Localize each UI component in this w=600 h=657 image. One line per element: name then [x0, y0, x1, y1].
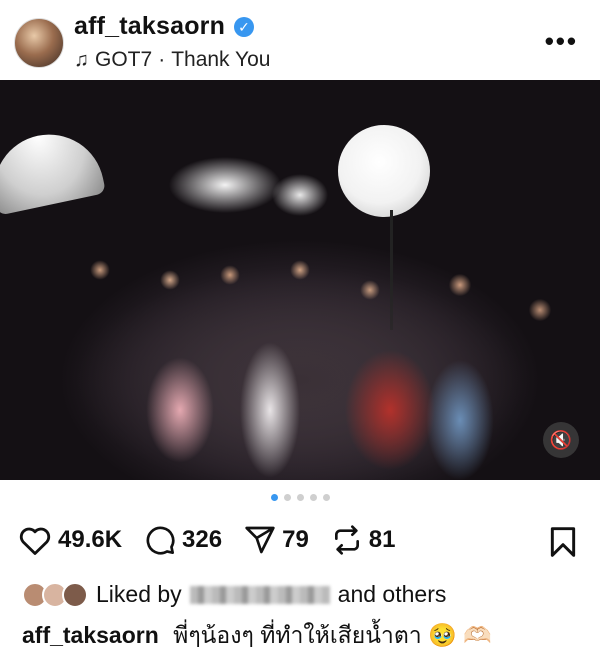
comment-count: 326	[182, 526, 223, 553]
like-count: 49.6K	[58, 526, 123, 553]
caption-text: พี่ๆน้องๆ ที่ทำให้เสียน้ำตา 🥹 🫶🏻	[173, 622, 492, 648]
liked-by-prefix: Liked by	[96, 581, 182, 607]
repost-button[interactable]: 81	[331, 524, 396, 556]
repost-icon	[334, 525, 359, 555]
carousel-indicator	[0, 494, 600, 501]
send-icon	[245, 526, 275, 554]
like-button[interactable]: 49.6K	[18, 524, 122, 556]
music-artist: GOT7	[95, 48, 153, 71]
studio-umbrella-right	[338, 125, 430, 217]
post-photo[interactable]	[0, 80, 600, 480]
share-button[interactable]: 79	[244, 524, 309, 556]
music-note-icon: ♫	[74, 48, 89, 71]
bookmark-icon	[550, 527, 576, 557]
liker-avatars	[22, 581, 88, 608]
heart-icon	[19, 527, 51, 555]
speaker-muted-icon[interactable]: 🔇	[543, 422, 579, 458]
blurred-username[interactable]	[189, 585, 330, 604]
carousel-dot-active	[270, 494, 278, 501]
post-caption: aff_taksaorn พี่ๆน้องๆ ที่ทำให้เสียน้ำตา…	[22, 618, 492, 654]
share-count: 79	[282, 526, 309, 553]
post-actions-bar: 49.6K 326 79 81	[18, 524, 418, 556]
caption-username[interactable]: aff_taksaorn	[22, 622, 159, 648]
liked-by-suffix: and others	[337, 581, 447, 607]
save-button[interactable]	[548, 526, 578, 563]
verified-badge-icon: ✓	[234, 17, 254, 37]
avatar	[62, 581, 88, 608]
music-attribution[interactable]: ♫ GOT7 · Thank You	[74, 48, 270, 72]
comment-icon	[146, 526, 175, 555]
repost-count: 81	[368, 526, 396, 553]
liked-by-row[interactable]: Liked by and others	[22, 581, 446, 608]
more-options-icon[interactable]: •••	[545, 26, 578, 57]
post-username[interactable]: aff_taksaorn	[74, 12, 225, 41]
music-separator: ·	[158, 48, 166, 71]
studio-umbrella-left	[0, 124, 107, 216]
carousel-dot	[283, 494, 291, 501]
avatar[interactable]	[14, 18, 64, 68]
post-header: aff_taksaorn ✓ ♫ GOT7 · Thank You •••	[0, 0, 600, 80]
group-of-people	[20, 230, 580, 480]
comment-button[interactable]: 326	[144, 524, 222, 556]
music-title: Thank You	[171, 48, 271, 71]
carousel-dot	[309, 494, 317, 501]
carousel-dot	[322, 494, 330, 501]
carousel-dot	[296, 494, 304, 501]
